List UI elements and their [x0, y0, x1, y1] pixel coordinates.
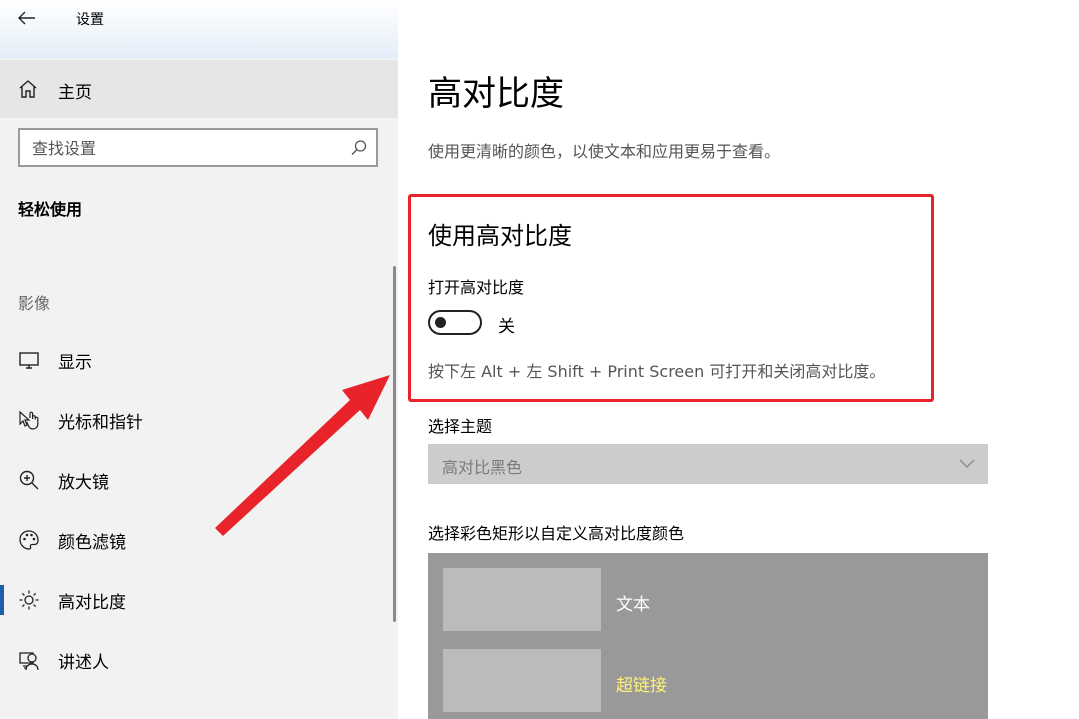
magnifier-icon: [19, 470, 39, 490]
section-title: 轻松使用: [18, 200, 83, 219]
customize-colors-label: 选择彩色矩形以自定义高对比度颜色: [428, 524, 685, 543]
color-customize-panel: 文本 超链接: [428, 553, 988, 719]
shortcut-hint: 按下左 Alt + 左 Shift + Print Screen 可打开和关闭高…: [428, 362, 886, 381]
app-title: 设置: [76, 12, 104, 28]
sidebar-item-magnifier[interactable]: 放大镜: [0, 453, 398, 505]
sidebar: 设置 主页 轻松使用 影像 显示 光标和指针: [0, 0, 398, 719]
hyperlink-color-swatch[interactable]: [443, 649, 601, 712]
sidebar-item-label: 显示: [58, 353, 92, 373]
toggle-knob: [435, 317, 446, 328]
sidebar-item-high-contrast[interactable]: 高对比度: [0, 573, 398, 625]
sidebar-item-home[interactable]: 主页: [0, 60, 398, 118]
toggle-state-text: 关: [498, 317, 515, 337]
title-bar: 设置: [0, 0, 398, 58]
hyperlink-color-label: 超链接: [616, 676, 667, 696]
narrator-icon: [19, 652, 39, 671]
text-color-label: 文本: [616, 595, 650, 615]
search-input[interactable]: [32, 136, 332, 160]
sidebar-item-label: 光标和指针: [58, 413, 143, 433]
main-content: 高对比度 使用更清晰的颜色，以使文本和应用更易于查看。 使用高对比度 打开高对比…: [398, 0, 1079, 719]
search-icon[interactable]: [350, 139, 368, 157]
page-title: 高对比度: [428, 74, 564, 114]
sidebar-item-label: 讲述人: [58, 653, 109, 673]
theme-dropdown[interactable]: 高对比黑色: [428, 444, 988, 484]
monitor-icon: [19, 352, 39, 369]
sidebar-item-cursor-pointer[interactable]: 光标和指针: [0, 393, 398, 445]
theme-dropdown-value: 高对比黑色: [442, 458, 523, 477]
sidebar-item-label: 高对比度: [58, 593, 126, 613]
selection-indicator: [0, 585, 4, 615]
sidebar-scrollbar[interactable]: [393, 266, 396, 622]
toggle-label: 打开高对比度: [428, 278, 525, 297]
chevron-down-icon: [959, 459, 975, 468]
sidebar-item-narrator[interactable]: 讲述人: [0, 633, 398, 685]
high-contrast-heading: 使用高对比度: [428, 222, 572, 250]
high-contrast-toggle[interactable]: [428, 310, 482, 335]
group-label: 影像: [18, 294, 51, 313]
sidebar-item-display[interactable]: 显示: [0, 333, 398, 385]
brightness-icon: [19, 590, 39, 610]
sidebar-item-color-filters[interactable]: 颜色滤镜: [0, 513, 398, 565]
search-box: [18, 128, 378, 167]
text-color-swatch[interactable]: [443, 568, 601, 631]
pointer-hand-icon: [19, 410, 39, 430]
sidebar-item-label: 主页: [58, 83, 92, 103]
page-description: 使用更清晰的颜色，以使文本和应用更易于查看。: [428, 142, 781, 161]
palette-icon: [19, 530, 39, 550]
sidebar-item-label: 放大镜: [58, 473, 109, 493]
back-arrow-icon: [18, 11, 35, 25]
back-button[interactable]: [10, 4, 44, 32]
theme-label: 选择主题: [428, 417, 493, 436]
sidebar-item-label: 颜色滤镜: [58, 533, 126, 553]
home-icon: [19, 80, 37, 98]
